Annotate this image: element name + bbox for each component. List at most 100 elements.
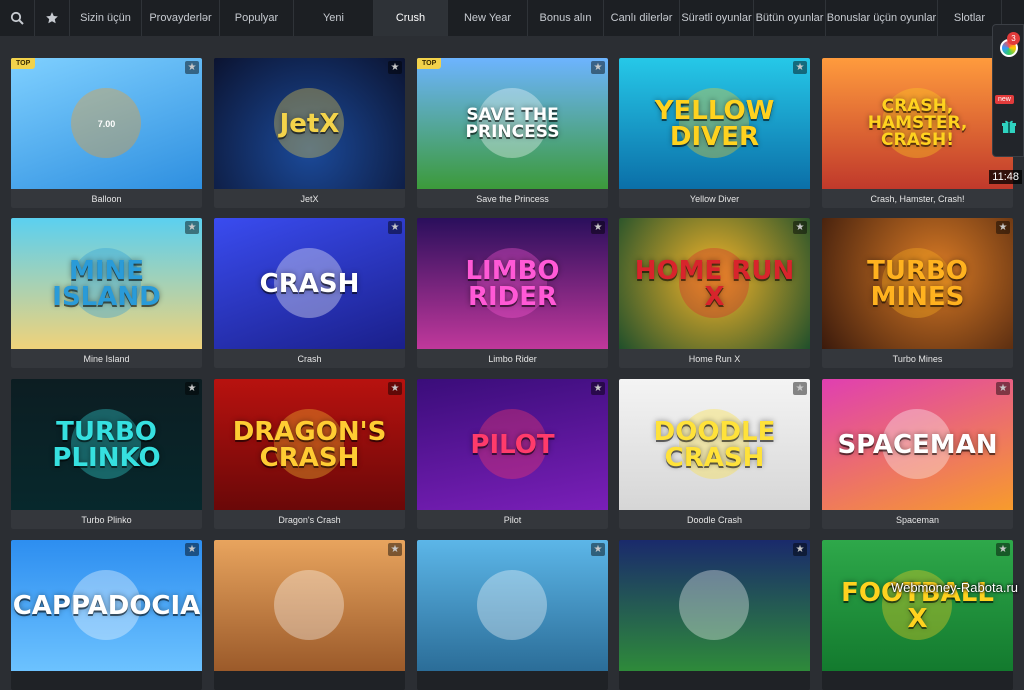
- game-card[interactable]: FOOTBALL X★: [822, 540, 1013, 690]
- artwork-shape: [477, 570, 547, 640]
- game-thumbnail[interactable]: ★: [214, 540, 405, 671]
- game-caption: Dragon's Crash: [214, 510, 405, 529]
- game-caption: Balloon: [11, 189, 202, 208]
- game-card[interactable]: CAPPADOCIA ★: [11, 540, 202, 690]
- artwork-shape: [274, 570, 344, 640]
- favorite-star-icon[interactable]: ★: [793, 382, 807, 395]
- game-card[interactable]: ★: [214, 540, 405, 690]
- game-thumbnail[interactable]: CAPPADOCIA ★: [11, 540, 202, 671]
- tab-provayderl-r[interactable]: Provayderlər: [142, 0, 220, 36]
- search-icon[interactable]: [0, 0, 35, 36]
- game-logo-title: CRASH, HAMSTER, CRASH!: [822, 98, 1013, 149]
- game-logo-title: SAVE THE PRINCESS: [417, 107, 608, 141]
- favorite-star-icon[interactable]: ★: [996, 543, 1010, 556]
- game-logo-title: TURBO PLINKO: [11, 419, 202, 471]
- game-card[interactable]: ★: [417, 540, 608, 690]
- category-tabs: Sizin üçünProvayderlərPopulyarYeniCrushN…: [70, 0, 1002, 36]
- tab-yeni[interactable]: Yeni: [294, 0, 374, 36]
- favorite-star-icon[interactable]: ★: [996, 382, 1010, 395]
- favorite-star-icon[interactable]: ★: [185, 221, 199, 234]
- tab-sizin-n[interactable]: Sizin üçün: [70, 0, 142, 36]
- tab-b-t-n-oyunlar[interactable]: Bütün oyunlar: [754, 0, 826, 36]
- game-thumbnail[interactable]: CRASH ★: [214, 218, 405, 349]
- watermark: Webmoney-Rabota.ru: [891, 580, 1018, 595]
- game-logo-title: LIMBO RIDER: [417, 258, 608, 310]
- game-caption: Pilot: [417, 510, 608, 529]
- favorite-star-icon[interactable]: ★: [185, 61, 199, 74]
- game-thumbnail[interactable]: DRAGON'S CRASH ★: [214, 379, 405, 510]
- game-caption: Doodle Crash: [619, 510, 810, 529]
- game-card[interactable]: JetX★JetX: [214, 58, 405, 208]
- favorite-star-icon[interactable]: ★: [591, 61, 605, 74]
- game-thumbnail[interactable]: 7.00 TOP ★: [11, 58, 202, 189]
- game-caption: Save the Princess: [417, 189, 608, 208]
- game-thumbnail[interactable]: FOOTBALL X★: [822, 540, 1013, 671]
- game-card[interactable]: CRASH ★ Crash: [214, 218, 405, 368]
- game-card[interactable]: YELLOW DIVER ★ Yellow Diver: [619, 58, 810, 208]
- favorites-star-icon[interactable]: [35, 0, 70, 36]
- tab-bonuslar-n-oyunlar[interactable]: Bonuslar üçün oyunlar: [826, 0, 938, 36]
- game-thumbnail[interactable]: PILOT★: [417, 379, 608, 510]
- favorite-star-icon[interactable]: ★: [388, 221, 402, 234]
- balloon-multiplier: 7.00: [98, 119, 116, 129]
- favorite-star-icon[interactable]: ★: [793, 221, 807, 234]
- favorite-star-icon[interactable]: ★: [591, 382, 605, 395]
- favorite-star-icon[interactable]: ★: [996, 221, 1010, 234]
- game-thumbnail[interactable]: SAVE THE PRINCESSTOP★: [417, 58, 608, 189]
- favorite-star-icon[interactable]: ★: [185, 382, 199, 395]
- favorite-star-icon[interactable]: ★: [591, 543, 605, 556]
- game-thumbnail[interactable]: JetX★: [214, 58, 405, 189]
- favorite-star-icon[interactable]: ★: [591, 221, 605, 234]
- game-thumbnail[interactable]: SPACEMAN★: [822, 379, 1013, 510]
- game-card[interactable]: TURBO MINES★Turbo Mines: [822, 218, 1013, 368]
- tab-bonus-al-n[interactable]: Bonus alın: [528, 0, 604, 36]
- favorite-star-icon[interactable]: ★: [388, 543, 402, 556]
- game-card[interactable]: CRASH, HAMSTER, CRASH!★Crash, Hamster, C…: [822, 58, 1013, 208]
- game-card[interactable]: MINE ISLAND★Mine Island: [11, 218, 202, 368]
- game-card[interactable]: SAVE THE PRINCESSTOP★Save the Princess: [417, 58, 608, 208]
- game-thumbnail[interactable]: HOME RUN X★: [619, 218, 810, 349]
- tab-crush[interactable]: Crush: [374, 0, 448, 36]
- game-card[interactable]: LIMBO RIDER★Limbo Rider: [417, 218, 608, 368]
- game-logo-title: DRAGON'S CRASH: [214, 419, 405, 471]
- game-card[interactable]: PILOT★Pilot: [417, 379, 608, 529]
- side-panel: 3 new: [992, 24, 1024, 157]
- game-thumbnail[interactable]: ★: [619, 540, 810, 671]
- game-card[interactable]: SPACEMAN★Spaceman: [822, 379, 1013, 529]
- game-caption: JetX: [214, 189, 405, 208]
- tab-canl-dilerl-r[interactable]: Canlı dilerlər: [604, 0, 680, 36]
- tab-new-year[interactable]: New Year: [448, 0, 528, 36]
- game-card[interactable]: ★: [619, 540, 810, 690]
- tab-s-r-tli-oyunlar[interactable]: Sürətli oyunlar: [680, 0, 754, 36]
- game-caption: Crash: [214, 349, 405, 368]
- top-badge: TOP: [11, 58, 35, 69]
- game-logo-title: YELLOW DIVER: [619, 98, 810, 150]
- game-thumbnail[interactable]: YELLOW DIVER ★: [619, 58, 810, 189]
- game-caption: Yellow Diver: [619, 189, 810, 208]
- game-thumbnail[interactable]: LIMBO RIDER ★: [417, 218, 608, 349]
- favorite-star-icon[interactable]: ★: [185, 543, 199, 556]
- game-logo-title: CAPPADOCIA: [11, 593, 202, 619]
- game-thumbnail[interactable]: ★: [417, 540, 608, 671]
- favorite-star-icon[interactable]: ★: [793, 543, 807, 556]
- favorite-star-icon[interactable]: ★: [388, 382, 402, 395]
- game-thumbnail[interactable]: MINE ISLAND★: [11, 218, 202, 349]
- favorite-star-icon[interactable]: ★: [793, 61, 807, 74]
- game-thumbnail[interactable]: TURBO MINES★: [822, 218, 1013, 349]
- game-card[interactable]: HOME RUN X★Home Run X: [619, 218, 810, 368]
- game-card[interactable]: DRAGON'S CRASH ★ Dragon's Crash: [214, 379, 405, 529]
- tab-populyar[interactable]: Populyar: [220, 0, 294, 36]
- games-grid: 7.00TOP★BalloonJetX★JetXSAVE THE PRINCES…: [0, 36, 1024, 601]
- game-thumbnail[interactable]: TURBO PLINKO ★: [11, 379, 202, 510]
- game-caption: Crash, Hamster, Crash!: [822, 189, 1013, 208]
- game-card[interactable]: 7.00 TOP ★ Balloon: [11, 58, 202, 208]
- game-thumbnail[interactable]: CRASH, HAMSTER, CRASH!★: [822, 58, 1013, 189]
- favorite-star-icon[interactable]: ★: [388, 61, 402, 74]
- artwork-shape: [679, 570, 749, 640]
- game-caption: Turbo Mines: [822, 349, 1013, 368]
- game-thumbnail[interactable]: DOODLE CRASH★: [619, 379, 810, 510]
- game-card[interactable]: TURBO PLINKO★Turbo Plinko: [11, 379, 202, 529]
- game-card[interactable]: DOODLE CRASH★Doodle Crash: [619, 379, 810, 529]
- gift-icon[interactable]: [1001, 119, 1017, 133]
- game-logo-title: CRASH: [252, 271, 368, 297]
